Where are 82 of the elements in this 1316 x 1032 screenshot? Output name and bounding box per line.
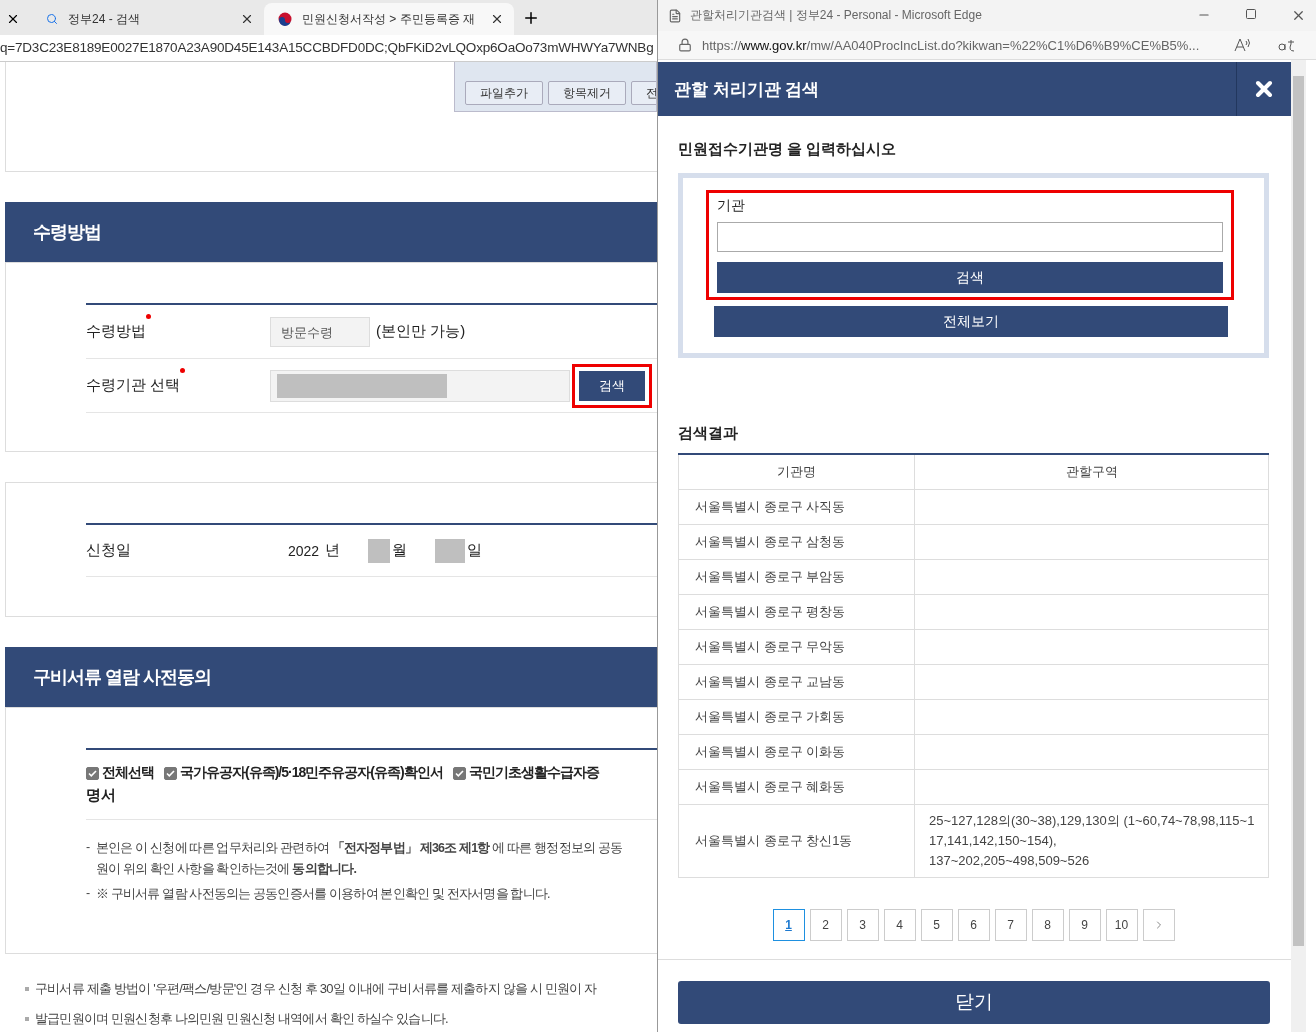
dialog-title: 관할 처리기관 검색 — [674, 78, 820, 101]
upload-button[interactable]: 항목제거 — [548, 81, 626, 105]
consent-checkbox[interactable]: 전체선택 — [86, 764, 154, 782]
show-all-button[interactable]: 전체보기 — [714, 306, 1228, 337]
field-label: 신청일 — [86, 541, 132, 560]
table-cell[interactable]: 서울특별시 종로구 부암동 — [678, 559, 915, 594]
results-title: 검색결과 — [678, 424, 739, 443]
read-aloud-icon[interactable] — [1234, 38, 1250, 52]
new-tab-icon[interactable] — [522, 9, 540, 27]
close-icon[interactable] — [490, 12, 504, 26]
table-cell: 25~127,128의(30~38),129,130의 (1~60,74~78,98,115~117,141,142,150~154), 137~202,205~498,509~526 — [914, 804, 1269, 877]
close-icon[interactable] — [6, 12, 20, 26]
method-field: 방문수령 — [270, 316, 370, 347]
info-text: 발급민원이며 민원신청후 나의민원 민원신청 내역에서 확인 하실수 있습니다. — [35, 1010, 448, 1028]
section-header: 수령방법 — [5, 202, 657, 262]
bullet-marker — [25, 1017, 29, 1021]
table-cell[interactable]: 서울특별시 종로구 평창동 — [678, 594, 915, 629]
consent-checkbox[interactable]: 국가유공자(유족)/5·18민주유공자(유족)확인서 — [164, 764, 443, 782]
agency-input[interactable] — [717, 222, 1223, 252]
search-button[interactable]: 검색 — [717, 262, 1223, 293]
browser-tab[interactable]: 정부24 - 검색 — [32, 3, 264, 35]
page-button[interactable]: 1 — [772, 908, 805, 941]
table-cell[interactable]: 서울특별시 종로구 무악동 — [678, 629, 915, 664]
consent-checkbox[interactable]: 국민기초생활수급자증 — [452, 764, 599, 782]
checkbox-box[interactable] — [452, 766, 466, 780]
page-icon — [668, 8, 682, 23]
page-button[interactable]: 4 — [883, 908, 916, 941]
checkbox-box[interactable] — [164, 766, 177, 780]
page-button[interactable]: 9 — [1068, 908, 1101, 941]
masked-field — [435, 538, 466, 563]
prompt-text: 민원접수기관명 을 입력하십시오 — [678, 140, 898, 159]
maximize-icon[interactable] — [1245, 8, 1257, 20]
field-label: 수령방법 — [86, 322, 270, 341]
info-text: 구비서류 제출 방법이 '우편/팩스/방문'인 경우 신청 후 30일 이내에 구비서류를 제출하지 않을 시 민원이 자 — [35, 980, 597, 998]
section-header: 구비서류 열람 사전동의 — [5, 647, 657, 707]
scrollbar[interactable] — [1291, 60, 1306, 1032]
unit-text: 년 — [325, 541, 341, 560]
close-button[interactable]: 닫기 — [678, 980, 1270, 1024]
checkbox-label: 명서 — [86, 786, 657, 820]
field-label: 수령기관 선택 — [86, 376, 270, 395]
masked-field — [368, 538, 391, 563]
unit-text: 월 — [392, 541, 408, 560]
table-cell[interactable]: 서울특별시 종로구 가회동 — [678, 699, 915, 734]
bullet-marker — [25, 987, 29, 991]
note-text: ※ 구비서류 열람 사전동의는 공동인증서를 이용하여 본인확인 및 전자서명을 합니다. — [96, 886, 550, 903]
column-header: 기관명 — [678, 454, 915, 489]
table-cell[interactable]: 서울특별시 종로구 삼청동 — [678, 524, 915, 559]
note-text: 원이 위의 확인 사항을 확인하는것에 동의합니다. — [96, 861, 358, 878]
page-button[interactable]: 6 — [957, 908, 990, 941]
emblem-icon — [278, 12, 292, 26]
page-button[interactable]: 7 — [994, 908, 1027, 941]
agency-field[interactable] — [270, 369, 570, 402]
search-button[interactable]: 검색 — [579, 370, 645, 401]
close-icon[interactable] — [240, 12, 254, 26]
note-text: 본인은 이 신청에 따른 업무처리와 관련하여 「전자정부법」 제36조 제1항 에 따른 행정정보의 공동 — [96, 840, 623, 857]
unit-text: 일 — [467, 541, 483, 560]
checkbox-box[interactable] — [86, 766, 99, 780]
method-note: (본인만 가능) — [376, 322, 466, 341]
table-cell[interactable]: 서울특별시 종로구 혜화동 — [678, 769, 915, 804]
lock-icon — [678, 38, 692, 52]
year-text: 2022 — [288, 542, 320, 559]
dash-marker: - — [86, 840, 91, 856]
column-header: 관할구역 — [914, 454, 1269, 489]
page-button[interactable]: 8 — [1031, 908, 1064, 941]
page-button[interactable]: 2 — [809, 908, 842, 941]
table-cell[interactable]: 서울특별시 종로구 교남동 — [678, 664, 915, 699]
table-cell[interactable]: 서울특별시 종로구 사직동 — [678, 489, 915, 524]
page-button[interactable]: 5 — [920, 908, 953, 941]
field-label: 기관 — [717, 197, 746, 215]
close-icon[interactable] — [1291, 8, 1306, 23]
window-title: 관할처리기관검색 | 정부24 - Personal - Microsoft Edge — [690, 7, 982, 24]
dash-marker: - — [86, 886, 91, 902]
page-button[interactable]: 10 — [1105, 908, 1138, 941]
page-button[interactable]: 3 — [846, 908, 879, 941]
table-cell[interactable]: 서울특별시 종로구 창신1동 — [678, 804, 915, 877]
translate-icon[interactable] — [1278, 38, 1296, 52]
upload-button[interactable]: 전 — [631, 81, 656, 105]
browser-tab[interactable]: 민원신청서작성 > 주민등록증 재 — [264, 3, 514, 35]
address-text[interactable]: q=7D3C23E8189E0027E1870A23A90D45E143A15CCBDFD0DC;QbFKiD2vLQOxp6OaOo73mWHWYa7WNBg — [0, 35, 657, 61]
table-cell[interactable]: 서울특별시 종로구 이화동 — [678, 734, 915, 769]
upload-button[interactable]: 파일추가 — [465, 81, 543, 105]
search-icon — [46, 13, 58, 25]
